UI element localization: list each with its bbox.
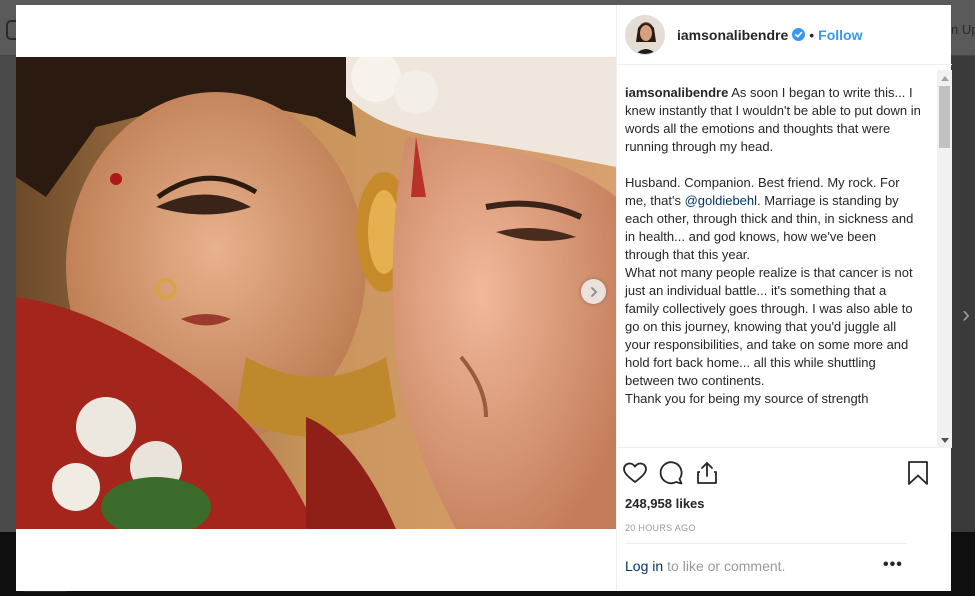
caption-gap xyxy=(625,156,921,174)
backdrop-next-post-icon[interactable]: › xyxy=(962,300,975,330)
avatar[interactable] xyxy=(625,14,665,55)
comment-bar-text: to like or comment. xyxy=(667,558,786,574)
caption-username[interactable]: iamsonalibendre xyxy=(625,85,728,100)
caption-paragraph-1: iamsonalibendre As soon I began to write… xyxy=(625,84,921,156)
post-photo[interactable] xyxy=(16,57,616,529)
post-username[interactable]: iamsonalibendre xyxy=(677,27,788,43)
scroll-down-arrow-icon[interactable] xyxy=(941,438,949,443)
heart-icon xyxy=(623,462,647,483)
caption-paragraph-2: Husband. Companion. Best friend. My rock… xyxy=(625,174,921,264)
mention-link[interactable]: @goldiebehl xyxy=(685,193,757,208)
post-media xyxy=(16,5,616,591)
backdrop-signup-link: n Up xyxy=(951,22,975,37)
caption: iamsonalibendre As soon I began to write… xyxy=(625,84,921,408)
scroll-thumb[interactable] xyxy=(939,86,950,148)
scroll-up-arrow-icon[interactable] xyxy=(941,76,949,81)
share-button[interactable] xyxy=(693,459,721,487)
caption-scrollbar[interactable] xyxy=(937,70,952,447)
post-actions: 248,958 likes 20 HOURS AGO Log in to lik… xyxy=(617,447,952,587)
comment-button[interactable] xyxy=(657,459,685,487)
login-link[interactable]: Log in xyxy=(625,558,663,574)
post-header: iamsonalibendre • Follow xyxy=(617,5,952,65)
save-button[interactable] xyxy=(904,459,932,487)
comment-icon xyxy=(659,461,683,485)
share-icon xyxy=(697,462,717,484)
caption-paragraph-3: What not many people realize is that can… xyxy=(625,265,917,388)
like-button[interactable] xyxy=(621,459,649,487)
avatar-image xyxy=(626,15,664,54)
separator-dot: • xyxy=(809,26,815,43)
verified-badge-icon xyxy=(792,28,806,41)
follow-button[interactable]: Follow xyxy=(818,27,862,43)
carousel-next-button[interactable] xyxy=(581,279,606,304)
post-timestamp[interactable]: 20 HOURS AGO xyxy=(625,523,696,533)
comment-bar: Log in to like or comment. xyxy=(625,543,907,588)
chevron-right-icon xyxy=(590,286,597,297)
post-sidebar: iamsonalibendre • Follow iamsonalibendre… xyxy=(616,5,952,591)
more-options-button[interactable]: ••• xyxy=(883,557,903,573)
backdrop-right-strip xyxy=(951,56,975,532)
likes-count[interactable]: 248,958 likes xyxy=(625,496,705,511)
wedding-photo-image xyxy=(16,57,616,529)
bookmark-icon xyxy=(908,461,928,485)
post-modal: iamsonalibendre • Follow iamsonalibendre… xyxy=(16,5,952,591)
caption-paragraph-4: Thank you for being my source of strengt… xyxy=(625,391,869,406)
caption-scroll-area[interactable]: iamsonalibendre As soon I began to write… xyxy=(617,70,952,447)
